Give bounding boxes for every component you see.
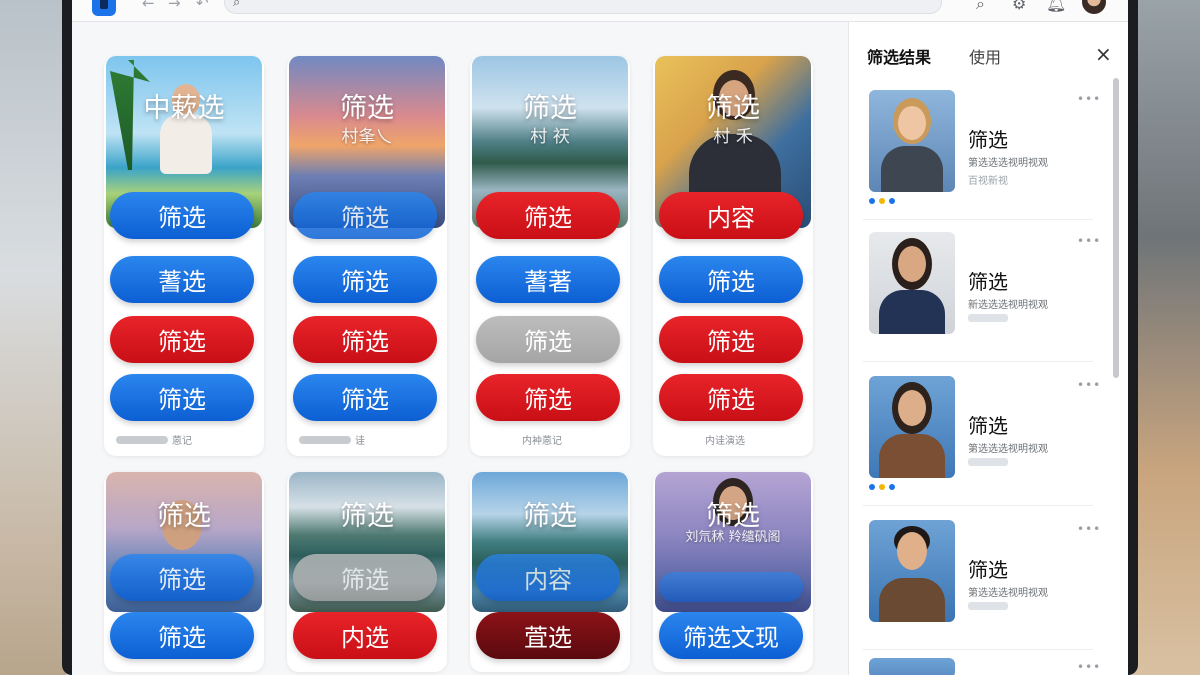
more-icon[interactable]: ••• [1077, 234, 1101, 248]
filter-button[interactable]: 筛选 [659, 256, 803, 303]
card-thumbnail-title: 中蔌选 [143, 93, 225, 124]
result-subtitle: 第选选选视明视观 [968, 588, 1048, 599]
result-photo [869, 376, 955, 478]
filter-button[interactable]: 筛选 [110, 192, 254, 239]
card-thumbnail-subtitle: 村 祆 [530, 127, 570, 147]
result-subtitle: 第选选选视明视观 [968, 444, 1048, 455]
status-dots [869, 484, 895, 490]
search-input[interactable]: ⌕ [224, 0, 942, 14]
result-photo [869, 90, 955, 192]
content-card[interactable]: 筛选 筛选 内选 [287, 472, 447, 672]
filter-button[interactable]: 筛选 [110, 316, 254, 363]
filter-button[interactable]: 筛选 [659, 316, 803, 363]
filter-button[interactable]: 筛选 [293, 256, 437, 303]
result-title: 筛选 [968, 414, 1008, 438]
result-meta-placeholder [968, 458, 1008, 466]
filter-button[interactable]: 筛选 [659, 374, 803, 421]
search-icon: ⌕ [233, 0, 241, 10]
app-logo-icon[interactable] [92, 0, 116, 16]
settings-icon[interactable]: ⚙ [1012, 0, 1026, 13]
filter-button[interactable]: 筛选 [293, 374, 437, 421]
card-thumbnail-subtitle: 刘氘秫 羚缱矾阁 [685, 530, 781, 545]
filter-button[interactable]: 内容 [659, 192, 803, 239]
forward-icon[interactable]: → [168, 0, 181, 12]
filter-button[interactable]: 筛选 [476, 316, 620, 363]
more-icon[interactable]: ••• [1077, 522, 1101, 536]
result-meta-placeholder [968, 314, 1008, 322]
card-thumbnail-title: 筛选 [523, 501, 577, 532]
search-icon[interactable]: ⌕ [976, 0, 985, 14]
content-card[interactable]: 中蔌选 筛选 蓍选 筛选 筛选 蒽记 [104, 56, 264, 456]
content-card[interactable]: 筛选 村 禾 内容 筛选 筛选 筛选 内诖演选 [653, 56, 813, 456]
card-thumbnail-title: 筛选 [157, 501, 211, 532]
top-toolbar: ← → ↶ ⌕ ⌕ ⚙ 🔔︎ [72, 0, 1128, 22]
content-card[interactable]: 筛选 村 祆 筛选 蓍著 筛选 筛选 内衶蒽记 [470, 56, 630, 456]
filter-button[interactable]: 筛选 [293, 554, 437, 601]
content-card[interactable]: 筛选 村夆乀 筛选 筛选 筛选 筛选 诖 [287, 56, 447, 456]
status-dots [869, 198, 895, 204]
more-icon[interactable]: ••• [1077, 92, 1101, 106]
filter-button[interactable]: 筛选 [110, 612, 254, 659]
app-window: ← → ↶ ⌕ ⌕ ⚙ 🔔︎ 中蔌选 筛选 蓍选 筛选 筛选 蒽记 筛选 村夆乀… [72, 0, 1128, 675]
tab-filter-results[interactable]: 筛选结果 [867, 44, 931, 68]
filter-button[interactable]: 筛选 [476, 192, 620, 239]
result-title: 筛选 [968, 270, 1008, 294]
close-icon[interactable]: × [1095, 42, 1112, 66]
result-title: 筛选 [968, 558, 1008, 582]
content-card[interactable]: 筛选 刘氘秫 羚缱矾阁 筛选文现 [653, 472, 813, 672]
history-icon[interactable]: ↶ [196, 0, 209, 12]
result-item[interactable]: 筛选 第选选选视明视观 ••• [863, 520, 1100, 650]
avatar[interactable] [1082, 0, 1106, 14]
result-title: 筛选 [968, 128, 1008, 152]
card-thumbnail-title: 筛选 [523, 93, 577, 124]
filter-button[interactable] [659, 572, 803, 602]
filter-button[interactable]: 蓍著 [476, 256, 620, 303]
bell-icon[interactable]: 🔔︎ [1046, 0, 1066, 13]
filter-button[interactable]: 筛选 [110, 554, 254, 601]
card-footer: 内衶蒽记 [522, 436, 562, 447]
results-panel: 筛选结果 使用 × 筛选 第选选选视明视观 百视新视 ••• 筛选 新选选选视明… [848, 22, 1128, 675]
content-card[interactable]: 筛选 筛选 筛选 [104, 472, 264, 672]
card-thumbnail-subtitle: 村 禾 [713, 127, 753, 147]
scrollbar[interactable] [1113, 78, 1119, 378]
card-thumbnail-title: 筛选 [706, 93, 760, 124]
background-right [1134, 0, 1200, 675]
result-meta-placeholder [968, 602, 1008, 610]
card-thumbnail-title: 筛选 [340, 93, 394, 124]
filter-button[interactable]: 筛选文现 [659, 612, 803, 659]
card-footer: 诖 [299, 432, 365, 447]
result-photo [869, 658, 955, 675]
filter-button[interactable]: 筛选 [293, 192, 437, 239]
back-icon[interactable]: ← [142, 0, 155, 12]
result-subtitle: 第选选选视明视观 [968, 158, 1048, 169]
result-subtitle: 新选选选视明视观 [968, 300, 1048, 311]
more-icon[interactable]: ••• [1077, 378, 1101, 392]
content-card[interactable]: 筛选 内容 萓选 [470, 472, 630, 672]
card-thumbnail-title: 筛选 [340, 501, 394, 532]
card-footer: 蒽记 [116, 432, 192, 447]
result-item[interactable]: 筛选 第选选选视明视观 ••• [863, 376, 1100, 506]
result-photo [869, 520, 955, 622]
result-item[interactable]: 筛选 新选选选视明视观 ••• [863, 232, 1100, 362]
tab-usage[interactable]: 使用 [969, 44, 1001, 68]
background-left [0, 0, 66, 675]
filter-button[interactable]: 内选 [293, 612, 437, 659]
filter-button[interactable]: 萓选 [476, 612, 620, 659]
more-icon[interactable]: ••• [1077, 660, 1101, 674]
card-footer: 内诖演选 [705, 436, 745, 447]
filter-button[interactable]: 筛选 [110, 374, 254, 421]
card-thumbnail-subtitle: 村夆乀 [341, 127, 393, 147]
result-item[interactable]: ••• [863, 658, 1100, 675]
result-item[interactable]: 筛选 第选选选视明视观 百视新视 ••• [863, 90, 1100, 220]
filter-button[interactable]: 内容 [476, 554, 620, 601]
filter-button[interactable]: 筛选 [476, 374, 620, 421]
filter-button[interactable]: 蓍选 [110, 256, 254, 303]
result-meta: 百视新视 [968, 176, 1008, 187]
filter-button[interactable]: 筛选 [293, 316, 437, 363]
result-photo [869, 232, 955, 334]
